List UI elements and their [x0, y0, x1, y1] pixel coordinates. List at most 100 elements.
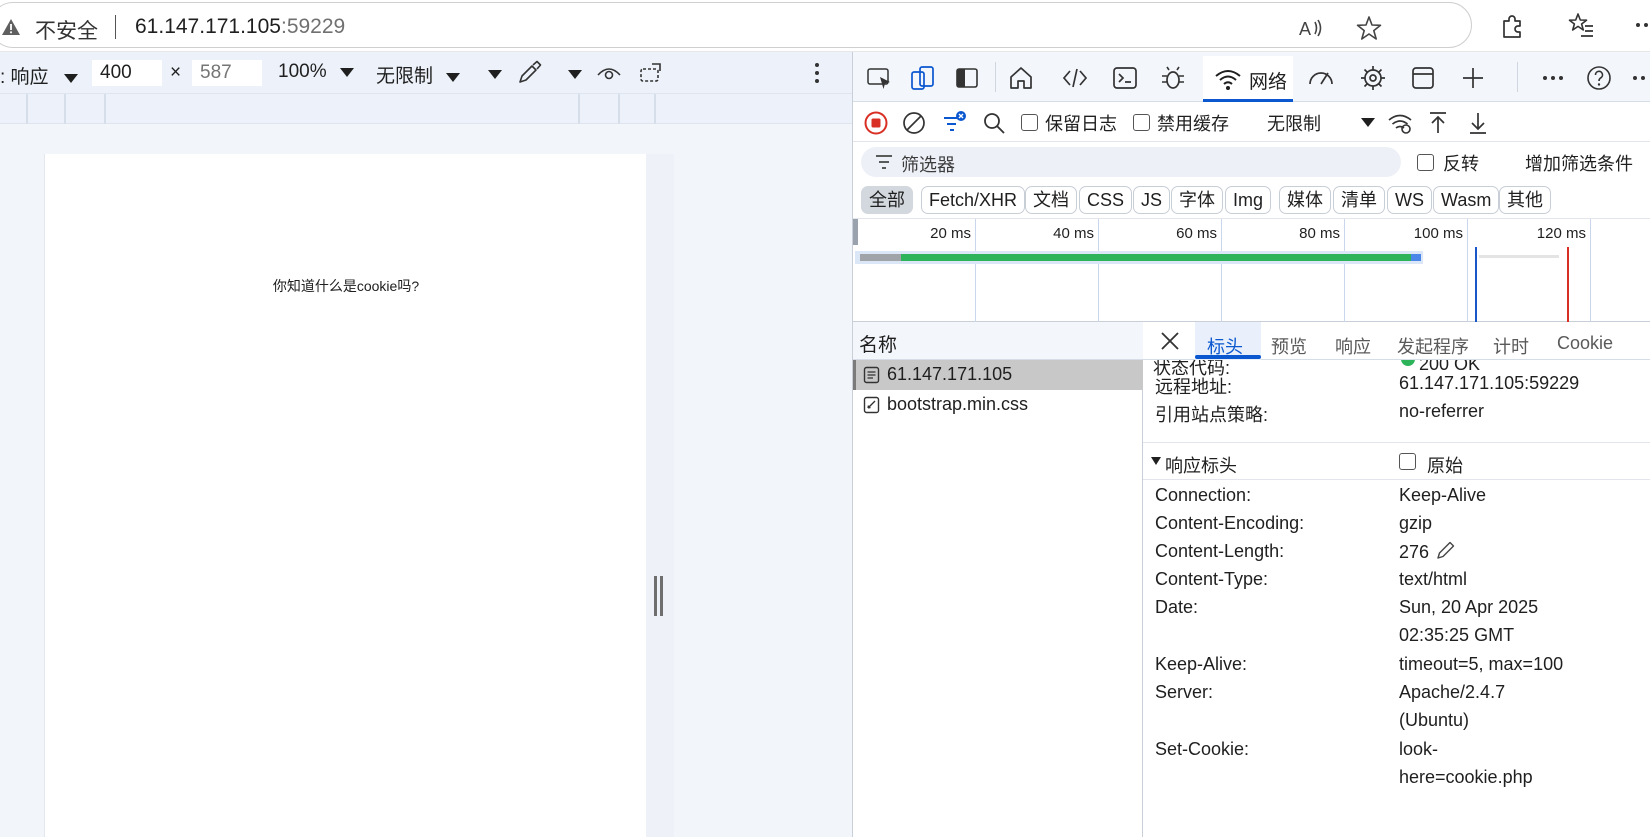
- header-value: Keep-Alive: [1399, 485, 1487, 505]
- eyedropper-icon[interactable]: [516, 60, 542, 86]
- address-divider: [115, 15, 116, 39]
- emulated-device-stage: 你知道什么是cookie吗?: [0, 124, 852, 837]
- record-stop-icon[interactable]: [863, 110, 889, 136]
- active-tab-underline: [1195, 355, 1261, 359]
- tab-timing[interactable]: 计时: [1493, 333, 1529, 359]
- vision-deficiency-eye-icon[interactable]: [596, 60, 622, 86]
- disable-cache-label: 禁用缓存: [1157, 114, 1229, 134]
- tab-network[interactable]: 网络: [1203, 56, 1293, 102]
- application-panel-icon[interactable]: [1409, 64, 1437, 92]
- edit-pencil-icon[interactable]: [1435, 541, 1457, 561]
- dimensions-mode-select[interactable]: : 响应: [0, 62, 78, 89]
- raw-headers-checkbox[interactable]: [1399, 453, 1416, 470]
- favorite-star-icon[interactable]: [1355, 14, 1383, 42]
- header-value: Sun, 20 Apr 2025: [1399, 597, 1539, 617]
- chevron-down-icon[interactable]: [1361, 118, 1375, 127]
- memory-chip-icon[interactable]: [1359, 64, 1387, 92]
- filter-input[interactable]: 筛选器: [861, 147, 1401, 177]
- type-filter-js[interactable]: JS: [1133, 186, 1171, 214]
- network-overview-timeline[interactable]: 20 ms 40 ms 60 ms 80 ms 100 ms 120 ms: [853, 218, 1650, 323]
- filter-toggle-icon[interactable]: [941, 110, 967, 136]
- ruler-marker: [618, 94, 620, 124]
- response-header-row: Content-Type: text/html: [1143, 566, 1650, 594]
- favorites-list-icon[interactable]: [1567, 11, 1595, 39]
- tab-initiator[interactable]: 发起程序: [1397, 333, 1469, 359]
- response-headers-section-header[interactable]: 响应标头 原始: [1143, 442, 1650, 480]
- type-filter-img[interactable]: Img: [1225, 186, 1272, 214]
- elements-code-icon[interactable]: [1061, 64, 1089, 92]
- header-value: Apache/2.4.7: [1399, 682, 1506, 702]
- type-filter-font[interactable]: 字体: [1171, 186, 1223, 214]
- export-har-download-icon[interactable]: [1465, 110, 1491, 136]
- search-icon[interactable]: [981, 110, 1007, 136]
- invert-checkbox[interactable]: [1417, 154, 1434, 171]
- close-icon[interactable]: [1157, 328, 1183, 354]
- clear-log-icon[interactable]: [901, 110, 927, 136]
- url-host: 61.147.171.105: [135, 15, 281, 38]
- viewport-height-input[interactable]: [192, 60, 262, 86]
- sources-bug-icon[interactable]: [1159, 64, 1187, 92]
- headers-scroll-area[interactable]: 状态代码: 200 OK 远程地址: 61.147.171.105:59229 …: [1143, 352, 1650, 837]
- request-name: 61.147.171.105: [887, 364, 1013, 384]
- warning-icon[interactable]: [1, 17, 21, 37]
- tab-cookies[interactable]: Cookie: [1557, 333, 1613, 354]
- chevron-down-icon[interactable]: [488, 70, 502, 79]
- console-icon[interactable]: [1111, 64, 1139, 92]
- type-filter-media[interactable]: 媒体: [1279, 186, 1331, 214]
- tab-response[interactable]: 响应: [1335, 333, 1371, 359]
- toolbar-divider: [1517, 62, 1518, 92]
- performance-gauge-icon[interactable]: [1307, 64, 1335, 92]
- import-har-upload-icon[interactable]: [1425, 110, 1451, 136]
- url-text[interactable]: 61.147.171.105:59229: [135, 15, 345, 39]
- add-tool-plus-icon[interactable]: [1459, 64, 1487, 92]
- type-filter-fetch-xhr[interactable]: Fetch/XHR: [921, 186, 1026, 214]
- type-filter-document[interactable]: 文档: [1025, 186, 1077, 214]
- load-event-marker: [1567, 247, 1569, 323]
- dimensions-mode-label: : 响应: [0, 67, 49, 88]
- viewport-width-input[interactable]: [92, 60, 162, 86]
- response-headers-label: 响应标头: [1165, 456, 1237, 476]
- header-value: gzip: [1399, 513, 1433, 533]
- header-key: Content-Encoding:: [1155, 513, 1305, 533]
- rotate-device-icon[interactable]: [638, 60, 664, 86]
- not-secure-label[interactable]: 不安全: [35, 15, 98, 45]
- disable-cache-checkbox[interactable]: [1133, 114, 1150, 131]
- help-question-icon[interactable]: [1585, 64, 1613, 92]
- type-filter-wasm[interactable]: Wasm: [1433, 186, 1500, 214]
- timeline-gridline: [1590, 219, 1591, 323]
- device-emulation-icon[interactable]: [909, 64, 937, 92]
- request-download-bar: [1411, 254, 1421, 261]
- network-throttle-select[interactable]: 无限制: [1267, 110, 1321, 136]
- preserve-log-checkbox[interactable]: [1021, 114, 1038, 131]
- type-filter-manifest[interactable]: 清单: [1333, 186, 1385, 214]
- inspect-element-icon[interactable]: [865, 64, 893, 92]
- more-options-icon[interactable]: [1629, 64, 1650, 92]
- address-field[interactable]: 不安全 61.147.171.105:59229 A: [0, 2, 1472, 48]
- tab-preview[interactable]: 预览: [1271, 333, 1307, 359]
- ruler-marker: [578, 94, 580, 124]
- type-filter-ws[interactable]: WS: [1387, 186, 1432, 214]
- media-query-ruler[interactable]: [0, 94, 852, 124]
- network-conditions-icon[interactable]: [1387, 110, 1413, 136]
- more-options-vertical-icon[interactable]: [804, 60, 830, 86]
- read-aloud-icon[interactable]: A: [1297, 14, 1325, 42]
- more-menu-icon[interactable]: [1632, 11, 1650, 39]
- name-column-label: 名称: [859, 335, 898, 356]
- chevron-down-icon[interactable]: [568, 70, 582, 79]
- type-filter-other[interactable]: 其他: [1499, 186, 1551, 214]
- zoom-select[interactable]: 100%: [278, 61, 354, 83]
- extensions-puzzle-icon[interactable]: [1498, 11, 1526, 39]
- response-header-row: Connection: Keep-Alive: [1143, 482, 1650, 510]
- home-welcome-icon[interactable]: [1007, 64, 1035, 92]
- viewport-resize-handle[interactable]: [654, 576, 664, 616]
- timeline-range-handle[interactable]: [853, 219, 858, 245]
- device-throttle-select[interactable]: 无限制: [376, 61, 461, 88]
- type-filter-css[interactable]: CSS: [1079, 186, 1133, 214]
- request-row[interactable]: bootstrap.min.css: [853, 390, 1143, 420]
- type-filter-all[interactable]: 全部: [861, 186, 913, 214]
- request-row[interactable]: 61.147.171.105: [853, 360, 1143, 390]
- more-filters-button[interactable]: 增加筛选条件: [1525, 150, 1633, 176]
- name-column-header[interactable]: 名称: [853, 322, 1143, 360]
- more-tools-ellipsis-icon[interactable]: [1539, 64, 1567, 92]
- dock-side-icon[interactable]: [953, 64, 981, 92]
